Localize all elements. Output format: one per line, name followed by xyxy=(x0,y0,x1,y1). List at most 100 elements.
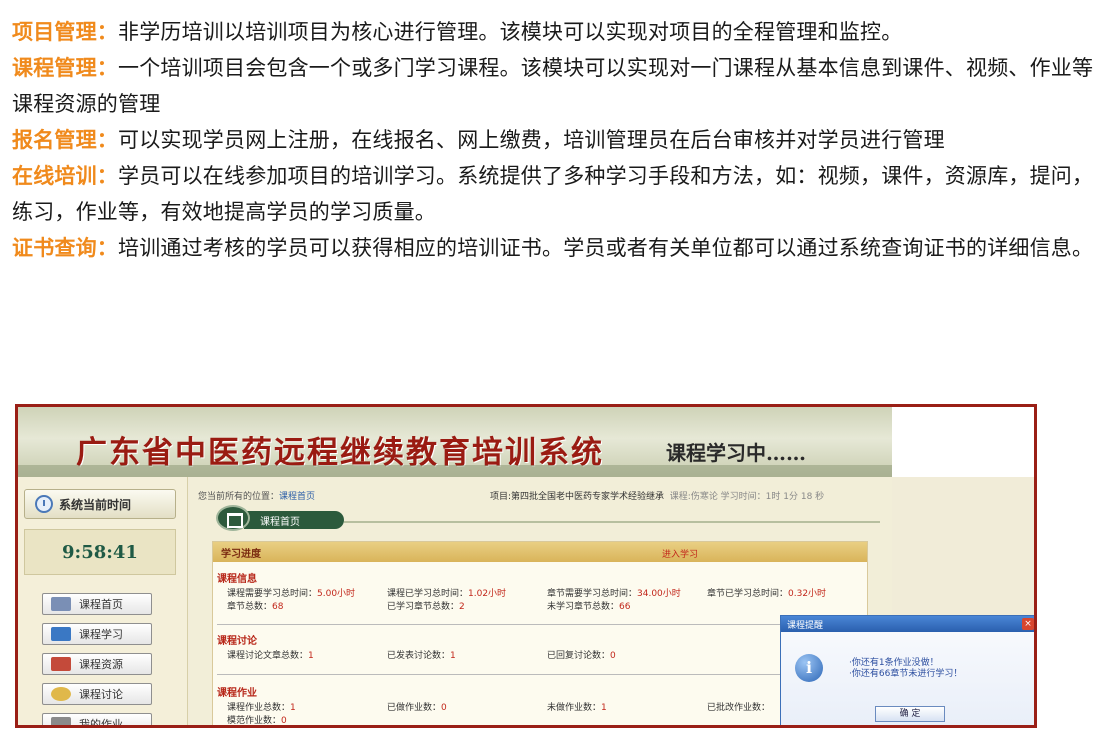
paragraph-certificate-query: 证书查询：培训通过考核的学员可以获得相应的培训证书。学员或者有关单位都可以通过系… xyxy=(12,230,1102,266)
stat-discussion-replied: 已回复讨论数：0 xyxy=(537,650,697,663)
stat-chapter-required-time: 章节需要学习总时间：34.00小时 xyxy=(537,588,697,601)
sidebar-item-label: 课程学习 xyxy=(79,628,123,641)
info-row-1: 课程需要学习总时间：5.00小时 课程已学习总时间：1.02小时 章节需要学习总… xyxy=(217,588,857,601)
section-divider xyxy=(217,624,857,625)
sidebar: 系统当前时间 9:58:41 课程首页 课程学习 课程资源 课程讨论 我的作业 xyxy=(18,477,188,728)
computer-icon xyxy=(51,627,71,641)
breadcrumb-link[interactable]: 课程首页 xyxy=(279,492,315,502)
stat-value: 1.02小时 xyxy=(468,589,507,599)
paragraph-body: 培训通过考核的学员可以获得相应的培训证书。学员或者有关单位都可以通过系统查询证书… xyxy=(118,236,1094,260)
speech-bubble-icon xyxy=(51,687,71,701)
dialog-titlebar: 课程提醒 × xyxy=(781,616,1034,632)
dialog-title: 课程提醒 xyxy=(787,620,824,631)
stat-label: 课程讨论文章总数： xyxy=(227,651,309,661)
homework-row-1: 课程作业总数：1 已做作业数：0 未做作业数：1 已批改作业数： xyxy=(217,702,857,715)
dialog-body: i ·你还有1条作业没做！ ·你还有66章节未进行学习！ 确 定 xyxy=(781,632,1034,725)
stat-course-required-time: 课程需要学习总时间：5.00小时 xyxy=(217,588,377,601)
paragraph-body: 学员可以在线参加项目的培训学习。系统提供了多种学习手段和方法，如：视频，课件，资… xyxy=(12,164,1094,224)
app-banner: 广东省中医药远程继续教育培训系统 课程学习中…… xyxy=(18,407,892,477)
stat-label: 章节总数： xyxy=(227,602,273,612)
sidebar-item-label: 我的作业 xyxy=(79,718,123,728)
stat-value: 66 xyxy=(619,602,631,612)
books-stack-icon xyxy=(51,657,71,671)
course-homework-section: 课程作业 课程作业总数：1 已做作业数：0 未做作业数：1 已批改作业数： 模范… xyxy=(217,684,857,726)
enter-study-link[interactable]: 进入学习 xyxy=(662,547,698,560)
sidebar-item-course-discussion[interactable]: 课程讨论 xyxy=(42,683,152,705)
stat-label: 课程已学习总时间： xyxy=(387,589,469,599)
dialog-messages: ·你还有1条作业没做！ ·你还有66章节未进行学习！ xyxy=(849,658,962,680)
sidebar-item-my-homework[interactable]: 我的作业 xyxy=(42,713,152,728)
stat-value: 2 xyxy=(459,602,465,612)
breadcrumb-prefix: 您当前所有的位置： xyxy=(198,492,280,502)
paragraph-body: 可以实现学员网上注册，在线报名、网上缴费，培训管理员在后台审核并对学员进行管理 xyxy=(118,128,945,152)
stat-label: 章节已学习总时间： xyxy=(707,589,789,599)
sidebar-item-course-resources[interactable]: 课程资源 xyxy=(42,653,152,675)
app-subtitle: 课程学习中…… xyxy=(666,441,806,465)
close-icon[interactable]: × xyxy=(1022,618,1034,630)
stat-homework-total: 课程作业总数：1 xyxy=(217,702,377,715)
paragraph-enrollment-management: 报名管理：可以实现学员网上注册，在线报名、网上缴费，培训管理员在后台审核并对学员… xyxy=(12,122,1102,158)
stat-course-studied-time: 课程已学习总时间：1.02小时 xyxy=(377,588,537,601)
stat-label: 已批改作业数： xyxy=(707,703,771,713)
stat-chapter-unstudied: 未学习章节总数：66 xyxy=(537,601,697,614)
home-tab-bar: 课程首页 xyxy=(200,505,880,533)
stat-value: 5.00小时 xyxy=(317,589,356,599)
homework-row-2: 模范作业数：0 xyxy=(217,715,857,726)
paragraph-body: 一个培训项目会包含一个或多门学习课程。该模块可以实现对一门课程从基本信息到课件、… xyxy=(12,56,1094,116)
project-name: 项目:第四批全国老中医药专家学术经验继承 xyxy=(490,492,665,502)
course-discussion-section: 课程讨论 课程讨论文章总数：1 已发表讨论数：1 已回复讨论数：0 xyxy=(217,632,857,663)
confirm-button[interactable]: 确 定 xyxy=(875,706,945,722)
description-text: 项目管理：非学历培训以培训项目为核心进行管理。该模块可以实现对项目的全程管理和监… xyxy=(12,14,1102,266)
stat-homework-model: 模范作业数：0 xyxy=(217,715,377,726)
term-label: 在线培训： xyxy=(12,164,118,188)
sidebar-item-label: 课程资源 xyxy=(79,658,123,671)
progress-title: 学习进度 xyxy=(213,542,867,562)
stat-value: 68 xyxy=(272,602,284,612)
stat-label: 已发表讨论数： xyxy=(387,651,451,661)
stat-label: 课程作业总数： xyxy=(227,703,291,713)
clock-icon xyxy=(35,495,53,513)
tab-divider xyxy=(344,521,880,523)
project-info: 项目:第四批全国老中医药专家学术经验继承 课程:伤寒论 学习时间：1时 1分 1… xyxy=(490,489,824,502)
stat-label: 已回复讨论数： xyxy=(547,651,611,661)
stat-value: 1 xyxy=(308,651,314,661)
info-icon: i xyxy=(795,654,823,682)
term-label: 项目管理： xyxy=(12,20,118,44)
stat-discussion-total: 课程讨论文章总数：1 xyxy=(217,650,377,663)
stat-value: 0 xyxy=(610,651,616,661)
sidebar-item-course-study[interactable]: 课程学习 xyxy=(42,623,152,645)
breadcrumb: 您当前所有的位置：课程首页 xyxy=(198,489,315,502)
stat-homework-undone: 未做作业数：1 xyxy=(537,702,697,715)
time-label: 系统当前时间 xyxy=(59,497,132,512)
message-homework: ·你还有1条作业没做！ xyxy=(849,658,939,668)
paragraph-course-management: 课程管理：一个培训项目会包含一个或多门学习课程。该模块可以实现对一门课程从基本信… xyxy=(12,50,1102,122)
stat-value: 1 xyxy=(290,703,296,713)
stat-homework-done: 已做作业数：0 xyxy=(377,702,537,715)
stat-label: 模范作业数： xyxy=(227,716,282,726)
stat-label: 已学习章节总数： xyxy=(387,602,460,612)
stat-label: 课程需要学习总时间： xyxy=(227,589,318,599)
paragraph-online-training: 在线培训：学员可以在线参加项目的培训学习。系统提供了多种学习手段和方法，如：视频… xyxy=(12,158,1102,230)
paragraph-project-management: 项目管理：非学历培训以培训项目为核心进行管理。该模块可以实现对项目的全程管理和监… xyxy=(12,14,1102,50)
stat-value: 1 xyxy=(601,703,607,713)
sidebar-item-label: 课程讨论 xyxy=(79,688,123,701)
stat-chapter-total: 章节总数：68 xyxy=(217,601,377,614)
stat-value: 1 xyxy=(450,651,456,661)
message-chapters: ·你还有66章节未进行学习！ xyxy=(849,669,963,679)
term-label: 报名管理： xyxy=(12,128,118,152)
tab-course-home[interactable]: 课程首页 xyxy=(244,511,344,529)
stat-value: 0 xyxy=(281,716,287,726)
time-header: 系统当前时间 xyxy=(24,489,176,519)
term-label: 课程管理： xyxy=(12,56,118,80)
stat-value: 0.32小时 xyxy=(788,589,827,599)
notebook-icon xyxy=(51,717,71,725)
term-label: 证书查询： xyxy=(12,236,118,260)
paragraph-body: 非学历培训以培训项目为核心进行管理。该模块可以实现对项目的全程管理和监控。 xyxy=(118,20,903,44)
course-reminder-dialog: 课程提醒 × i ·你还有1条作业没做！ ·你还有66章节未进行学习！ 确 定 xyxy=(780,615,1034,725)
stat-value: 34.00小时 xyxy=(637,589,681,599)
info-row-2: 章节总数：68 已学习章节总数：2 未学习章节总数：66 xyxy=(217,601,857,614)
stat-chapter-studied-time: 章节已学习总时间：0.32小时 xyxy=(697,588,857,601)
sidebar-item-course-home[interactable]: 课程首页 xyxy=(42,593,152,615)
sidebar-item-label: 课程首页 xyxy=(79,598,123,611)
section-title: 课程讨论 xyxy=(217,636,257,647)
